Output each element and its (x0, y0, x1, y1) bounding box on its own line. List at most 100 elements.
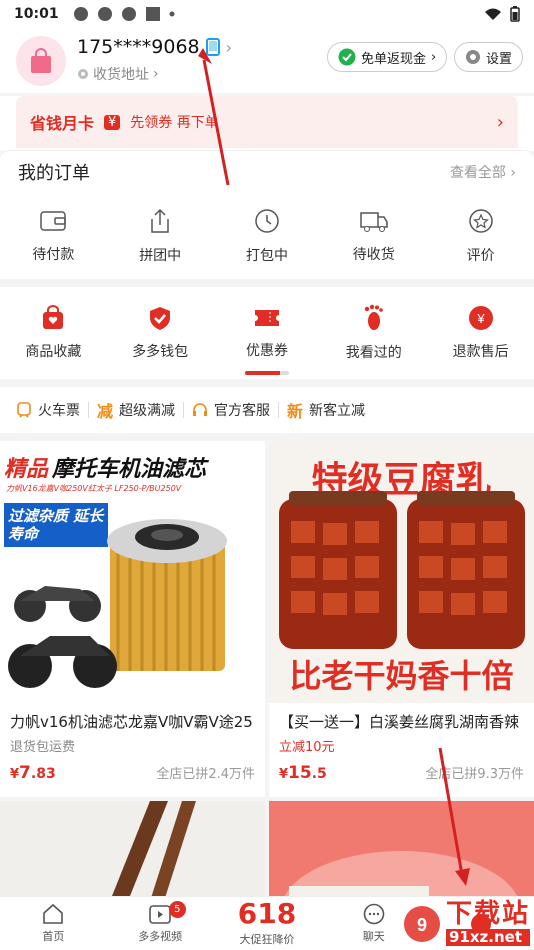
truck-icon (360, 212, 388, 232)
product-card[interactable] (269, 801, 534, 901)
shopping-bag-icon (31, 48, 51, 73)
order-review[interactable]: 评价 (427, 193, 534, 279)
shortcuts-section: 商品收藏 多多钱包 优惠券 我看过的 ¥ 退款售后 (0, 287, 534, 379)
product-card[interactable] (0, 801, 265, 901)
product-tag: 退货包运费 (10, 740, 76, 755)
chat-bubble-icon (363, 903, 385, 925)
services-bar: 火车票 减 超级满减 官方客服 新 新客立减 (0, 387, 534, 433)
divider (183, 402, 185, 418)
service-new-customer[interactable]: 新 新客立减 (287, 398, 365, 422)
check-badge-icon (338, 48, 356, 66)
sold-count: 全店已拼2.4万件 (156, 767, 255, 782)
divider (278, 402, 280, 418)
sold-count: 全店已拼9.3万件 (425, 767, 524, 782)
order-group-buying[interactable]: 拼团中 (107, 193, 214, 279)
train-icon (17, 402, 31, 418)
home-icon (43, 903, 64, 924)
shortcut-label: 商品收藏 (25, 344, 82, 360)
address-label: 收货地址 (93, 67, 149, 83)
phone-number[interactable]: 175****9068 › (77, 36, 232, 58)
order-item-label: 打包中 (245, 248, 288, 264)
order-packing[interactable]: 打包中 (214, 193, 321, 279)
view-all-orders-link[interactable]: 查看全部 › (450, 162, 516, 182)
month-card-banner[interactable]: 省钱月卡 ¥ 先领券 再下单 › (16, 96, 518, 148)
service-label: 火车票 (38, 403, 80, 419)
svg-text:¥: ¥ (476, 311, 485, 326)
product-grid-row2 (0, 801, 534, 901)
watermark-title: 下载站 (445, 899, 530, 929)
settings-label: 设置 (486, 51, 513, 67)
shortcut-history[interactable]: 我看过的 (320, 287, 427, 379)
shortcut-label: 多多钱包 (132, 344, 189, 360)
gear-icon (466, 50, 480, 64)
nav-label: 首页 (42, 930, 65, 943)
headset-icon (193, 403, 208, 416)
envelope-image (282, 851, 520, 901)
watermark-logo: 9 (403, 905, 440, 942)
chevron-right-icon: › (153, 66, 159, 82)
service-label: 新客立减 (309, 403, 366, 419)
chevron-right-icon: › (431, 49, 437, 65)
price-integer: 15 (288, 763, 312, 783)
service-label: 超级满减 (119, 403, 176, 419)
price-decimal: .5 (311, 766, 327, 782)
shortcut-wallet[interactable]: 多多钱包 (107, 287, 214, 379)
address-link[interactable]: 收货地址 › (77, 64, 159, 84)
product-price-row: ¥ 15 .5 全店已拼9.3万件 (269, 755, 534, 783)
share-box-icon (151, 208, 169, 233)
product-image: 特级豆腐乳 比老干妈香十倍 (269, 441, 534, 703)
coupon-yen-icon: ¥ (104, 114, 121, 130)
order-item-label: 待付款 (32, 247, 75, 263)
shortcut-label: 优惠券 (245, 343, 288, 359)
wallet-icon (40, 211, 67, 231)
new-icon: 新 (287, 402, 304, 421)
settings-button[interactable]: 设置 (454, 42, 524, 72)
orders-header: 我的订单 查看全部 › (0, 151, 534, 193)
order-awaiting-delivery[interactable]: 待收货 (320, 193, 427, 279)
shortcut-row: 商品收藏 多多钱包 优惠券 我看过的 ¥ 退款售后 (0, 287, 534, 379)
product-grid: 精品 摩托车机油滤芯 力帆V16龙嘉V咖250V红太子 LF250-P/BU25… (0, 441, 534, 797)
discount-icon: 减 (97, 402, 114, 421)
shortcut-label: 我看过的 (345, 345, 402, 361)
price-decimal: .83 (30, 766, 56, 782)
currency-symbol: ¥ (279, 767, 289, 782)
product-tag: 立减10元 (279, 740, 335, 755)
orders-title: 我的订单 (18, 163, 90, 184)
status-time: 10:01 (14, 6, 59, 22)
product-card[interactable]: 特级豆腐乳 比老干妈香十倍 【买一送一】白溪姜丝腐乳湖南香辣 立减10元 ¥ 1… (269, 441, 534, 797)
divider (88, 402, 89, 418)
watermark: 9 下载站 91xz.net (402, 901, 530, 946)
chevron-right-icon: › (496, 111, 504, 133)
service-super-discount[interactable]: 减 超级满减 (97, 398, 175, 422)
yen-circle-icon: ¥ (468, 306, 493, 330)
shortcut-refunds[interactable]: ¥ 退款售后 (427, 287, 534, 379)
profile-header: 175****9068 › 收货地址 › 免单返现金 › 设置 (0, 28, 534, 93)
orders-section: 我的订单 查看全部 › 待付款 拼团中 打包中 待收货 评价 (0, 150, 534, 279)
price-integer: 7 (19, 763, 31, 783)
service-train-tickets[interactable]: 火车票 (16, 400, 80, 420)
month-card-promo: 先领券 再下单 (130, 115, 219, 131)
status-bar: 10:01 (0, 0, 534, 28)
nav-sale[interactable]: 618 大促狂降价 (214, 897, 321, 950)
wifi-icon (485, 8, 501, 20)
shortcut-favorites[interactable]: 商品收藏 (0, 287, 107, 379)
product-card[interactable]: 精品 摩托车机油滤芯 力帆V16龙嘉V咖250V红太子 LF250-P/BU25… (0, 441, 265, 797)
battery-icon (510, 6, 520, 22)
footprint-icon (364, 304, 383, 330)
sale-618-label: 618 (237, 897, 297, 930)
location-icon (78, 69, 88, 79)
star-review-icon (468, 209, 493, 233)
service-customer-support[interactable]: 官方客服 (192, 400, 270, 420)
notification-icons (73, 6, 175, 22)
currency-symbol: ¥ (10, 767, 20, 782)
free-cashback-button[interactable]: 免单返现金 › (327, 42, 448, 72)
avatar[interactable] (16, 36, 66, 86)
clock-icon (255, 209, 279, 233)
heart-bag-icon (43, 305, 64, 329)
shortcut-coupons[interactable]: 优惠券 (214, 287, 321, 379)
order-pending-payment[interactable]: 待付款 (0, 193, 107, 279)
watermark-url: 91xz.net (445, 929, 530, 946)
coupon-indicator (244, 371, 289, 375)
nav-video[interactable]: 多多视频 5 (107, 897, 214, 950)
nav-home[interactable]: 首页 (0, 897, 107, 950)
